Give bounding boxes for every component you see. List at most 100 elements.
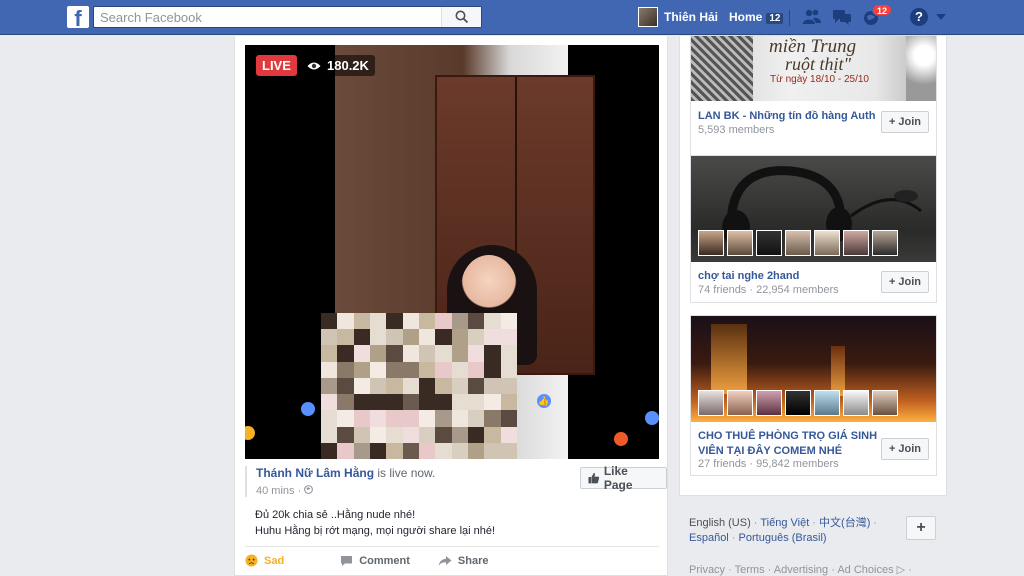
search-input[interactable]: [94, 7, 434, 27]
pixel-block: [321, 426, 338, 443]
language-link[interactable]: 中文(台灣): [819, 517, 870, 529]
account-menu-caret-icon[interactable]: [936, 14, 946, 20]
notifications-badge: 12: [872, 4, 893, 16]
pixel-block: [321, 410, 338, 427]
share-button[interactable]: Share: [438, 555, 489, 567]
search-button[interactable]: [441, 7, 481, 27]
join-group-button[interactable]: + Join: [881, 438, 929, 460]
viewer-count-badge: 180.2K: [301, 55, 375, 76]
pixel-block: [500, 442, 517, 459]
member-avatar[interactable]: [872, 230, 898, 256]
more-languages-button[interactable]: +: [906, 516, 936, 540]
live-video-player[interactable]: LIVE 180.2K 👍: [245, 45, 659, 459]
search-box: [93, 6, 482, 28]
group-member-count: 27 friends · 95,842 members: [698, 458, 839, 470]
pixel-block: [419, 410, 436, 427]
pixel-block: [484, 426, 501, 443]
author-link[interactable]: Thánh Nữ Lâm Hằng: [256, 466, 374, 480]
live-status-text: is live now.: [374, 466, 436, 480]
pixel-block: [435, 361, 452, 378]
home-link[interactable]: Home 12: [729, 10, 784, 24]
friend-requests-icon[interactable]: [802, 8, 822, 26]
pixel-block: [451, 313, 468, 330]
pixel-block: [451, 394, 468, 411]
member-avatar[interactable]: [785, 230, 811, 256]
join-label: Join: [898, 116, 922, 128]
pixel-block: [370, 345, 387, 362]
plus-icon: +: [888, 276, 896, 288]
member-avatar[interactable]: [756, 390, 782, 416]
messages-icon[interactable]: [832, 8, 852, 26]
member-avatar[interactable]: [698, 230, 724, 256]
cover-text-line: Từ ngày 18/10 - 25/10: [770, 74, 869, 85]
pixel-block: [435, 394, 452, 411]
pixel-block: [435, 377, 452, 395]
sad-reaction-button[interactable]: Sad: [245, 554, 284, 567]
join-group-button[interactable]: + Join: [881, 111, 929, 133]
pixel-block: [500, 313, 517, 330]
floating-angry-reaction-icon: [614, 432, 628, 446]
member-avatar[interactable]: [756, 230, 782, 256]
member-avatar[interactable]: [872, 390, 898, 416]
language-link[interactable]: Tiếng Việt: [760, 517, 809, 529]
like-page-label: Like Page: [603, 464, 633, 492]
comment-button[interactable]: Comment: [340, 555, 410, 567]
group-cover-photo[interactable]: [691, 156, 936, 262]
pixel-block: [386, 345, 403, 362]
facebook-logo-icon[interactable]: f: [67, 6, 89, 28]
language-link[interactable]: Español: [689, 532, 729, 544]
pixel-block: [337, 410, 354, 427]
pixel-block: [337, 361, 354, 378]
cover-decoration: [691, 36, 753, 101]
pixel-block: [353, 345, 370, 362]
member-avatar[interactable]: [843, 390, 869, 416]
footer-links[interactable]: Privacy · Terms · Advertising · Ad Choic…: [689, 563, 912, 576]
pixel-block: [337, 345, 354, 362]
pixel-block: [419, 394, 436, 411]
group-cover-photo[interactable]: [691, 316, 936, 422]
member-avatar[interactable]: [843, 230, 869, 256]
pixel-block: [402, 313, 419, 330]
help-icon[interactable]: ?: [910, 8, 928, 26]
separator: ·: [750, 517, 761, 529]
pixel-block: [337, 377, 354, 395]
suggested-group-card: CHO THUÊ PHÒNG TRỌ GIÁ SINH VIÊN TẠI ĐÂY…: [690, 315, 937, 476]
pixel-block: [484, 361, 501, 378]
member-avatar[interactable]: [814, 390, 840, 416]
pixel-block: [451, 426, 468, 443]
pixel-block: [451, 361, 468, 378]
pixel-block: [468, 329, 485, 346]
language-link[interactable]: Português (Brasil): [739, 532, 827, 544]
join-group-button[interactable]: + Join: [881, 271, 929, 293]
pixel-block: [484, 394, 501, 411]
pixel-block: [468, 377, 485, 395]
timestamp-text: 40 mins ·: [256, 485, 305, 497]
pixel-block: [337, 313, 354, 330]
pixel-block: [468, 442, 485, 459]
thumbs-up-icon: [588, 472, 600, 484]
top-navigation-bar: f Thiên Hải Home12 12 ?: [0, 0, 1024, 35]
member-avatar[interactable]: [727, 230, 753, 256]
pixel-block: [386, 394, 403, 411]
nav-divider: [789, 10, 790, 26]
group-name-link[interactable]: chợ tai nghe 2hand: [698, 269, 799, 284]
member-avatar[interactable]: [785, 390, 811, 416]
pixel-block: [402, 345, 419, 362]
pixel-block: [321, 442, 338, 459]
group-name-link[interactable]: LAN BK - Những tín đồ hàng Auth: [698, 109, 878, 124]
profile-link[interactable]: Thiên Hải: [638, 6, 718, 28]
pixel-block: [500, 394, 517, 411]
pixel-block: [353, 442, 370, 459]
pixel-block: [451, 410, 468, 427]
pixel-block: [451, 329, 468, 346]
group-name-link[interactable]: CHO THUÊ PHÒNG TRỌ GIÁ SINH VIÊN TẠI ĐÂY…: [698, 429, 878, 459]
member-avatar[interactable]: [698, 390, 724, 416]
pixel-block: [321, 361, 338, 378]
pixel-block: [402, 442, 419, 459]
pixel-block: [435, 313, 452, 330]
pixel-block: [419, 361, 436, 378]
member-avatar[interactable]: [727, 390, 753, 416]
member-avatar[interactable]: [814, 230, 840, 256]
group-cover-photo[interactable]: miền Trung ruột thịt" Từ ngày 18/10 - 25…: [691, 36, 936, 101]
like-page-button[interactable]: Like Page: [580, 464, 667, 492]
